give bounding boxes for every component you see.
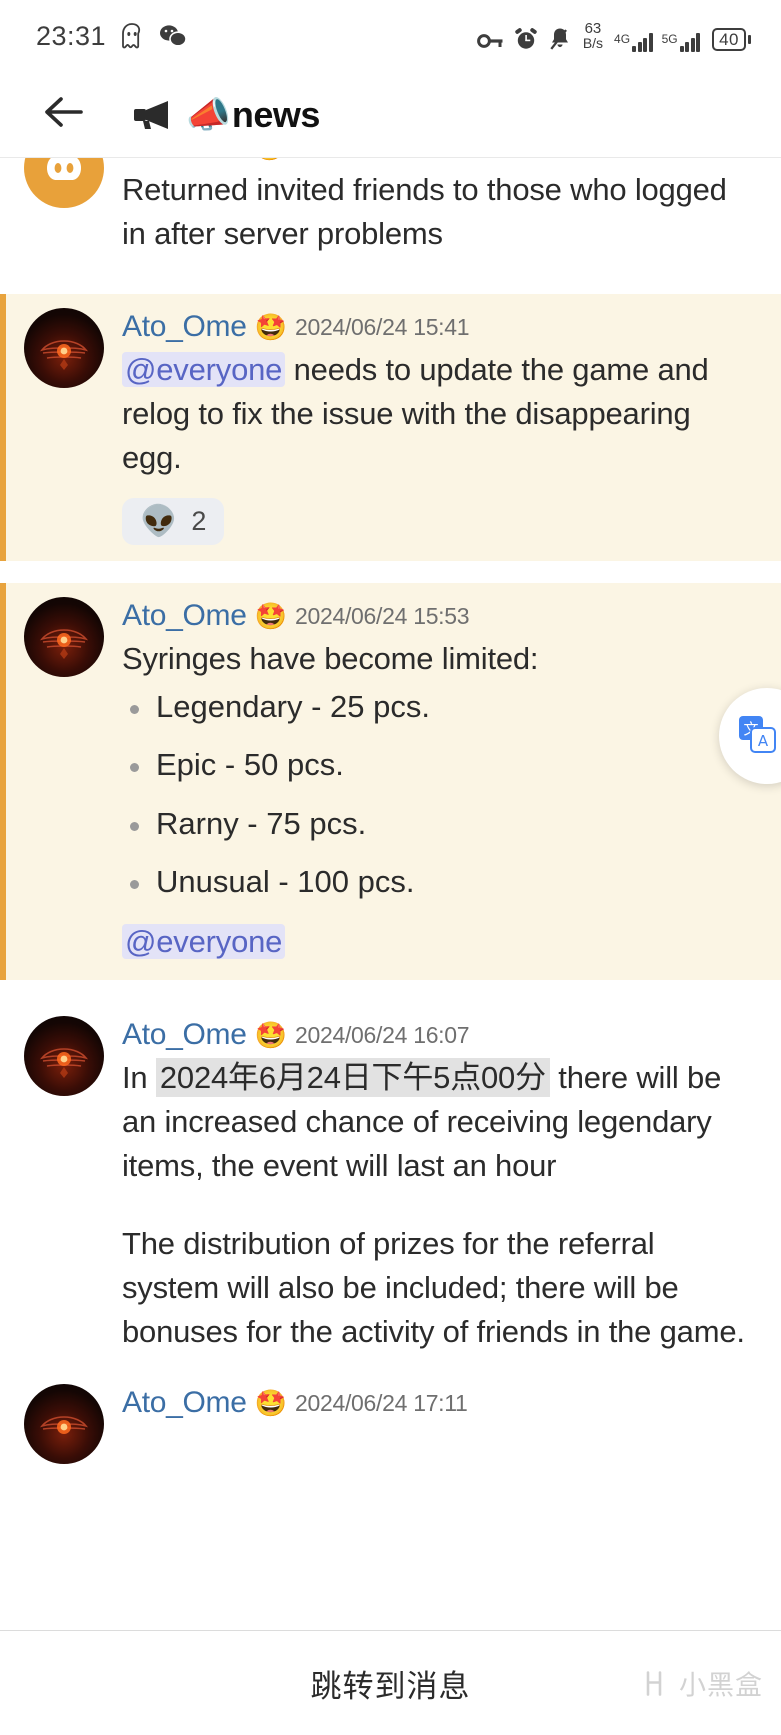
signal-2-bars <box>679 32 701 52</box>
message-timestamp: 2024/06/24 16:07 <box>295 1021 470 1048</box>
watermark-text: 小黑盒 <box>679 1670 763 1701</box>
message-list[interactable]: Tech dev. 🤩 2024/06/24 15:12 Returned in… <box>0 158 781 1630</box>
message-item[interactable]: Ato_Ome 🤩 2024/06/24 16:07 In 2024年6月24日… <box>0 1002 781 1371</box>
watermark: 小黑盒 <box>642 1664 763 1703</box>
app-header: 📣 news <box>0 72 781 158</box>
message-timestamp: 2024/06/24 15:12 <box>294 158 469 161</box>
avatar[interactable] <box>24 308 104 389</box>
back-arrow-icon <box>41 94 85 135</box>
message-body: Ato_Ome 🤩 2024/06/24 15:53 Syringes have… <box>122 597 757 964</box>
status-bar-right: 63 B/s 4G 5G 40 <box>476 21 751 52</box>
message-divider <box>0 272 781 295</box>
author-badge-emoji-icon: 🤩 <box>254 1388 287 1419</box>
syringe-limits-list: Legendary - 25 pcs. Epic - 50 pcs. Rarny… <box>122 687 757 902</box>
message-meta: Ato_Ome 🤩 2024/06/24 16:07 <box>122 1018 757 1052</box>
network-speed-value: 63 <box>584 19 602 37</box>
message-text: Returned invited friends to those who lo… <box>122 172 727 252</box>
status-bar-left: 23:31 <box>36 21 188 52</box>
message-body: Tech dev. 🤩 2024/06/24 15:12 Returned in… <box>122 158 757 256</box>
message-timestamp: 2024/06/24 15:53 <box>295 602 470 629</box>
message-author[interactable]: Ato_Ome <box>122 1386 247 1420</box>
list-item: Epic - 50 pcs. <box>122 745 757 785</box>
message-author[interactable]: Ato_Ome <box>122 310 247 344</box>
list-item: Legendary - 25 pcs. <box>122 687 757 727</box>
avatar[interactable] <box>24 158 104 208</box>
page-title-text: news <box>231 93 321 135</box>
network-speed: 63 B/s <box>583 21 603 50</box>
message-timestamp: 2024/06/24 17:11 <box>295 1389 468 1416</box>
avatar[interactable] <box>24 1384 104 1465</box>
message-item[interactable]: Ato_Ome 🤩 2024/06/24 15:41 @everyone nee… <box>0 294 781 562</box>
message-meta: Tech dev. 🤩 2024/06/24 15:12 <box>122 158 757 164</box>
alarm-icon <box>513 26 539 52</box>
svg-text:A: A <box>758 732 769 750</box>
list-item: Unusual - 100 pcs. <box>122 862 757 902</box>
avatar[interactable] <box>24 1016 104 1097</box>
message-text: In 2024年6月24日下午5点00分 there will be an in… <box>122 1056 757 1188</box>
message-paragraph-2: The distribution of prizes for the refer… <box>122 1226 745 1350</box>
message-item[interactable]: Tech dev. 🤩 2024/06/24 15:12 Returned in… <box>0 158 781 273</box>
megaphone-icon <box>130 97 172 133</box>
author-badge-emoji-icon: 🤩 <box>254 601 287 632</box>
message-author[interactable]: Tech dev. <box>122 158 246 164</box>
highlighted-date[interactable]: 2024年6月24日下午5点00分 <box>155 1058 550 1098</box>
battery-indicator: 40 <box>712 27 751 51</box>
message-meta: Ato_Ome 🤩 2024/06/24 15:41 <box>122 310 757 344</box>
signal-2-label: 5G <box>661 31 678 46</box>
key-icon <box>476 30 504 52</box>
mention-everyone[interactable]: @everyone <box>122 924 286 960</box>
back-button[interactable] <box>36 88 90 142</box>
translate-icon: 文A <box>737 714 777 759</box>
author-badge-emoji-icon: 🤩 <box>253 158 285 160</box>
wechat-icon <box>158 23 188 49</box>
signal-1: 4G <box>614 31 653 52</box>
battery-level: 40 <box>712 27 746 51</box>
reaction-count: 2 <box>191 506 207 537</box>
message-item[interactable]: Ato_Ome 🤩 2024/06/24 15:53 Syringes have… <box>0 583 781 981</box>
megaphone-emoji-icon: 📣 <box>186 93 231 135</box>
signal-1-bars <box>632 32 653 52</box>
signal-1-label: 4G <box>614 31 631 46</box>
bottom-bar: 跳转到消息 小黑盒 <box>0 1630 781 1735</box>
message-author[interactable]: Ato_Ome <box>122 599 247 633</box>
message-body: Ato_Ome 🤩 2024/06/24 16:07 In 2024年6月24日… <box>122 1016 757 1354</box>
author-badge-emoji-icon: 🤩 <box>254 1020 287 1051</box>
message-text: @everyone needs to update the game and r… <box>122 348 757 480</box>
status-bar: 23:31 63 B/s 4G 5G 40 <box>0 0 781 72</box>
page-title: 📣 news <box>186 94 320 136</box>
jump-to-message-button[interactable]: 跳转到消息 <box>311 1661 471 1706</box>
alien-emoji-icon: 👽 <box>140 504 178 538</box>
message-meta: Ato_Ome 🤩 2024/06/24 15:53 <box>122 599 757 633</box>
avatar[interactable] <box>24 597 104 678</box>
message-text-prefix: In <box>122 1060 156 1096</box>
message-text: @everyone <box>122 920 757 964</box>
message-divider <box>0 980 781 1003</box>
message-divider <box>0 561 781 584</box>
mention-everyone[interactable]: @everyone <box>122 352 286 388</box>
message-item[interactable]: Ato_Ome 🤩 2024/06/24 17:11 <box>0 1370 781 1481</box>
ghost-icon <box>119 22 145 50</box>
bell-muted-icon <box>548 26 572 52</box>
battery-tip <box>748 34 751 44</box>
reaction-badge[interactable]: 👽 2 <box>122 498 225 546</box>
signal-2: 5G <box>661 31 701 52</box>
message-intro: Syringes have become limited: <box>122 641 539 677</box>
message-meta: Ato_Ome 🤩 2024/06/24 17:11 <box>122 1386 757 1420</box>
message-body: Ato_Ome 🤩 2024/06/24 17:11 <box>122 1384 757 1464</box>
watermark-logo-icon <box>646 1670 662 1696</box>
author-badge-emoji-icon: 🤩 <box>254 312 287 343</box>
network-speed-unit: B/s <box>582 34 604 51</box>
status-clock: 23:31 <box>36 20 107 51</box>
message-body: Ato_Ome 🤩 2024/06/24 15:41 @everyone nee… <box>122 308 757 546</box>
app-root: 23:31 63 B/s 4G 5G 40 📣 news Returned in… <box>0 0 781 1735</box>
list-item: Rarny - 75 pcs. <box>122 804 757 844</box>
message-timestamp: 2024/06/24 15:41 <box>295 313 470 340</box>
message-author[interactable]: Ato_Ome <box>122 1018 247 1052</box>
